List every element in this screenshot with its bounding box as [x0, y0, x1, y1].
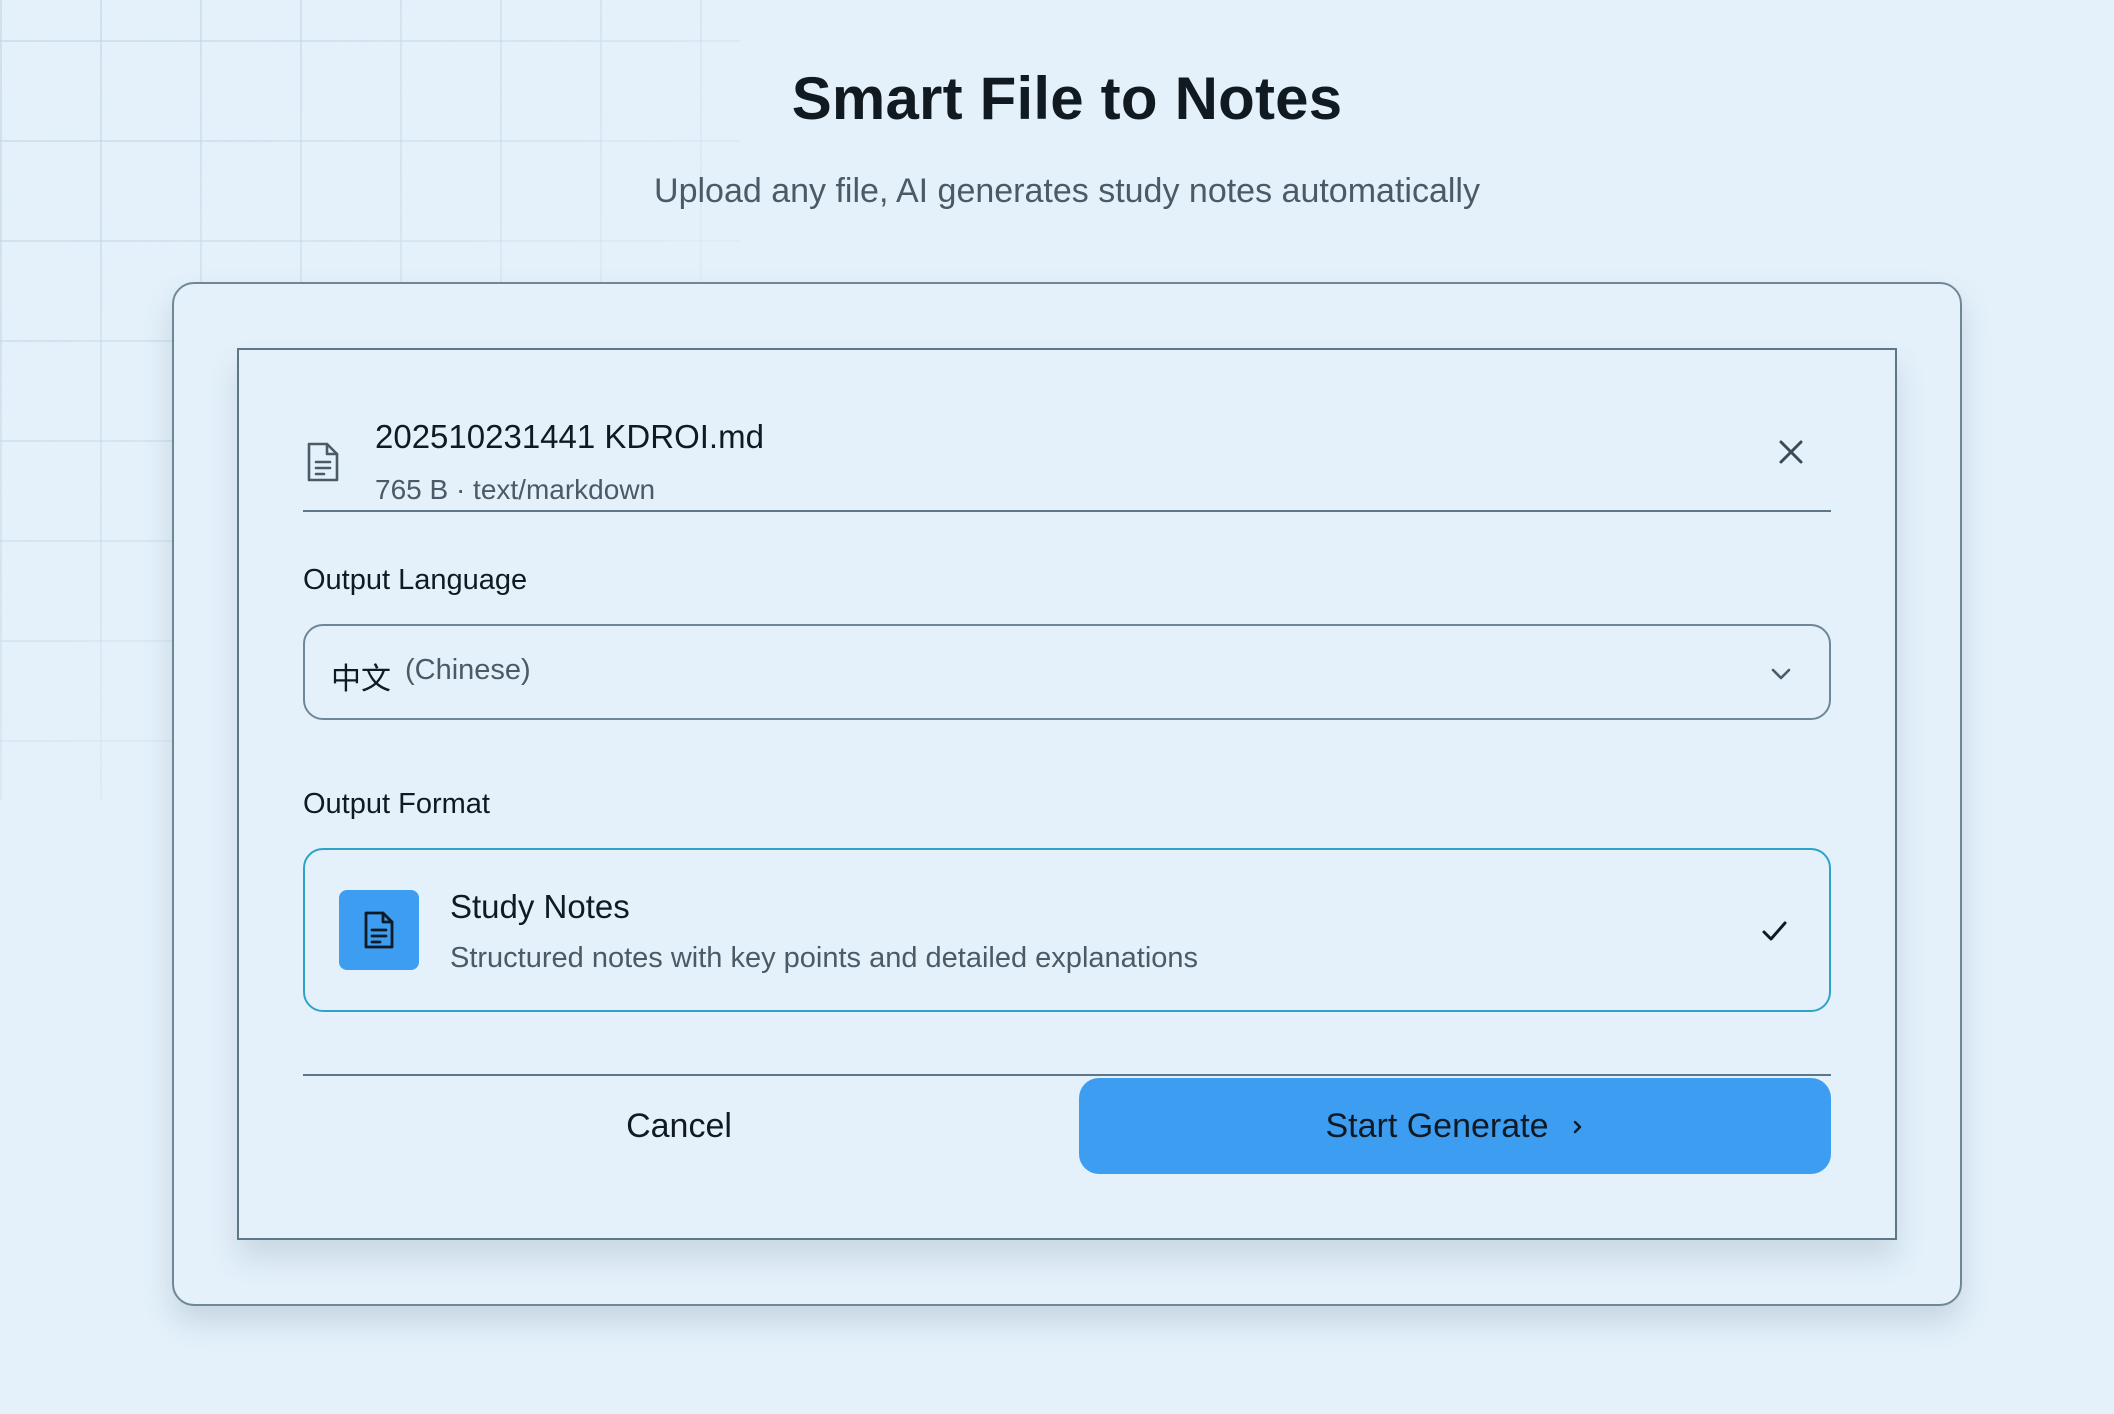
chevron-down-icon — [1769, 662, 1793, 686]
page-title: Smart File to Notes — [791, 65, 1343, 132]
file-text-icon — [303, 440, 343, 484]
format-option-study-notes[interactable]: Study Notes Structured notes with key po… — [303, 848, 1831, 1012]
start-generate-label: Start Generate — [1325, 1106, 1549, 1145]
language-native-name: 中文 — [331, 662, 391, 697]
output-format-label: Output Format — [303, 788, 490, 820]
page-subtitle: Upload any file, AI generates study note… — [654, 172, 1480, 210]
actions-divider — [303, 1074, 1831, 1076]
file-name: 202510231441 KDROI.md — [375, 418, 764, 455]
format-description: Structured notes with key points and det… — [450, 942, 1199, 974]
format-icon-box — [339, 890, 419, 970]
uploaded-file-row: 202510231441 KDROI.md 765 B · text/markd… — [303, 410, 1831, 512]
output-language-label: Output Language — [303, 564, 528, 596]
start-generate-button[interactable]: Start Generate — [1079, 1078, 1831, 1174]
file-meta: 765 B · text/markdown — [375, 474, 656, 505]
check-icon — [1759, 916, 1789, 946]
close-icon — [1779, 440, 1803, 464]
format-title: Study Notes — [450, 888, 630, 925]
remove-file-button[interactable] — [1771, 432, 1811, 472]
language-english-name: (Chinese) — [405, 654, 531, 686]
cancel-button[interactable]: Cancel — [303, 1078, 1055, 1174]
chevron-right-icon — [1573, 1120, 1581, 1134]
language-select[interactable]: 中文 (Chinese) — [303, 624, 1831, 720]
document-icon — [364, 911, 394, 949]
